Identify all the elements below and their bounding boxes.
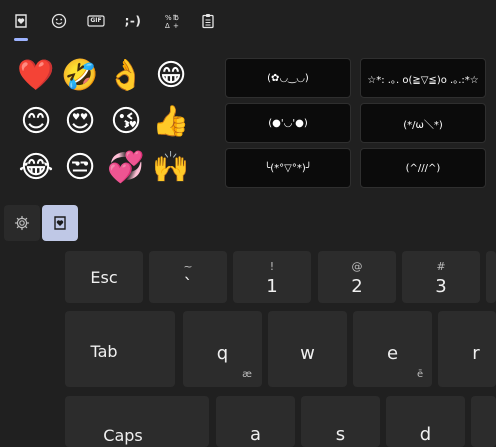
emoji-ok-hand[interactable]: 👌 — [106, 56, 146, 96]
clipboard-icon — [202, 14, 214, 29]
emoji-raised-hands[interactable]: 🙌 — [151, 148, 191, 188]
key-w[interactable]: w — [268, 311, 347, 387]
key-2-label: 2 — [351, 276, 363, 297]
key-r[interactable]: r — [438, 311, 496, 387]
favorites-tab[interactable] — [8, 8, 34, 34]
key-1-shift: ! — [269, 260, 275, 273]
key-caps[interactable]: Caps — [65, 396, 209, 447]
emoji-thumbs-up[interactable]: 👍 — [151, 102, 191, 142]
key-q-alt: æ — [242, 369, 252, 380]
key-backtick-label: ` — [183, 275, 193, 296]
key-d-label: d — [419, 424, 432, 445]
emoji-unamused[interactable]: 😒 — [60, 148, 100, 188]
key-e[interactable]: e ē — [353, 311, 432, 387]
kaomoji-item[interactable]: ☆*: .｡. o(≧▽≦)o .｡.:*☆ — [360, 58, 486, 98]
emoji-grid: ❤️ 🤣 👌 😁 😊 😍 😘 👍 😂 😒 💞 🙌 — [0, 56, 210, 196]
kaomoji-icon: ;-) — [124, 14, 142, 28]
key-3[interactable]: # 3 — [402, 251, 480, 303]
heart-clipboard-icon — [54, 216, 66, 230]
svg-text:%: % — [165, 14, 172, 22]
emoji-heart-eyes[interactable]: 😍 — [60, 102, 100, 142]
key-esc-label: Esc — [90, 268, 118, 287]
emoji-grin[interactable]: 😁 — [151, 56, 191, 96]
key-backtick[interactable]: ~ ` — [149, 251, 227, 303]
key-d[interactable]: d — [386, 396, 465, 447]
kaomoji-tab[interactable]: ;-) — [119, 8, 147, 34]
key-w-label: w — [300, 343, 315, 364]
key-2-shift: @ — [351, 260, 363, 273]
emoji-revolving-hearts[interactable]: 💞 — [106, 148, 146, 188]
key-3-label: 3 — [435, 276, 447, 297]
svg-text:Δ: Δ — [165, 22, 170, 29]
smiley-icon — [51, 13, 67, 29]
key-caps-label: Caps — [103, 426, 143, 445]
top-tab-bar: GIF ;-) % ℔ Δ + — [0, 0, 496, 48]
key-backtick-shift: ~ — [183, 260, 193, 273]
key-partial[interactable] — [486, 251, 496, 303]
symbols-tab[interactable]: % ℔ Δ + — [159, 8, 185, 34]
svg-text:+: + — [173, 22, 179, 29]
emoji-rofl[interactable]: 🤣 — [60, 56, 100, 96]
emoji-heart[interactable]: ❤️ — [16, 56, 56, 96]
key-e-alt: ē — [417, 369, 424, 380]
emoji-smile[interactable]: 😊 — [16, 102, 56, 142]
emoji-kiss[interactable]: 😘 — [106, 102, 146, 142]
emoji-tab[interactable] — [46, 8, 72, 34]
key-a-label: a — [249, 424, 262, 445]
key-e-label: e — [386, 343, 399, 364]
gear-icon — [14, 215, 30, 231]
kaomoji-item[interactable]: (^///^) — [360, 148, 486, 188]
key-tab-label: Tab — [90, 342, 118, 361]
clipboard-tab[interactable] — [195, 8, 221, 34]
gif-tab[interactable]: GIF — [83, 8, 109, 34]
emoji-joy[interactable]: 😂 — [16, 148, 56, 188]
svg-text:℔: ℔ — [173, 14, 179, 22]
key-s-label: s — [335, 424, 346, 445]
key-1-label: 1 — [266, 276, 278, 297]
active-tab-indicator — [14, 38, 28, 41]
favorites-button[interactable] — [42, 205, 78, 241]
key-s[interactable]: s — [301, 396, 380, 447]
key-esc[interactable]: Esc — [65, 251, 143, 303]
kaomoji-item[interactable]: ╰(*°▽°*)╯ — [225, 148, 351, 188]
settings-button[interactable] — [4, 205, 40, 241]
key-q[interactable]: q æ — [183, 311, 262, 387]
symbols-icon: % ℔ Δ + — [165, 14, 179, 29]
key-2[interactable]: @ 2 — [318, 251, 396, 303]
gif-tab-label: GIF — [90, 17, 102, 24]
key-1[interactable]: ! 1 — [233, 251, 311, 303]
key-a[interactable]: a — [216, 396, 295, 447]
key-r-label: r — [472, 343, 480, 364]
key-tab[interactable]: Tab — [65, 311, 175, 387]
key-3-shift: # — [436, 260, 446, 273]
key-partial[interactable] — [471, 396, 496, 447]
kaomoji-item[interactable]: (✿◡‿◡) — [225, 58, 351, 98]
kaomoji-item[interactable]: (●'◡'●) — [225, 103, 351, 143]
kaomoji-item[interactable]: (*/ω＼*) — [360, 103, 486, 143]
key-q-label: q — [216, 343, 229, 364]
heart-clipboard-icon — [15, 14, 27, 28]
